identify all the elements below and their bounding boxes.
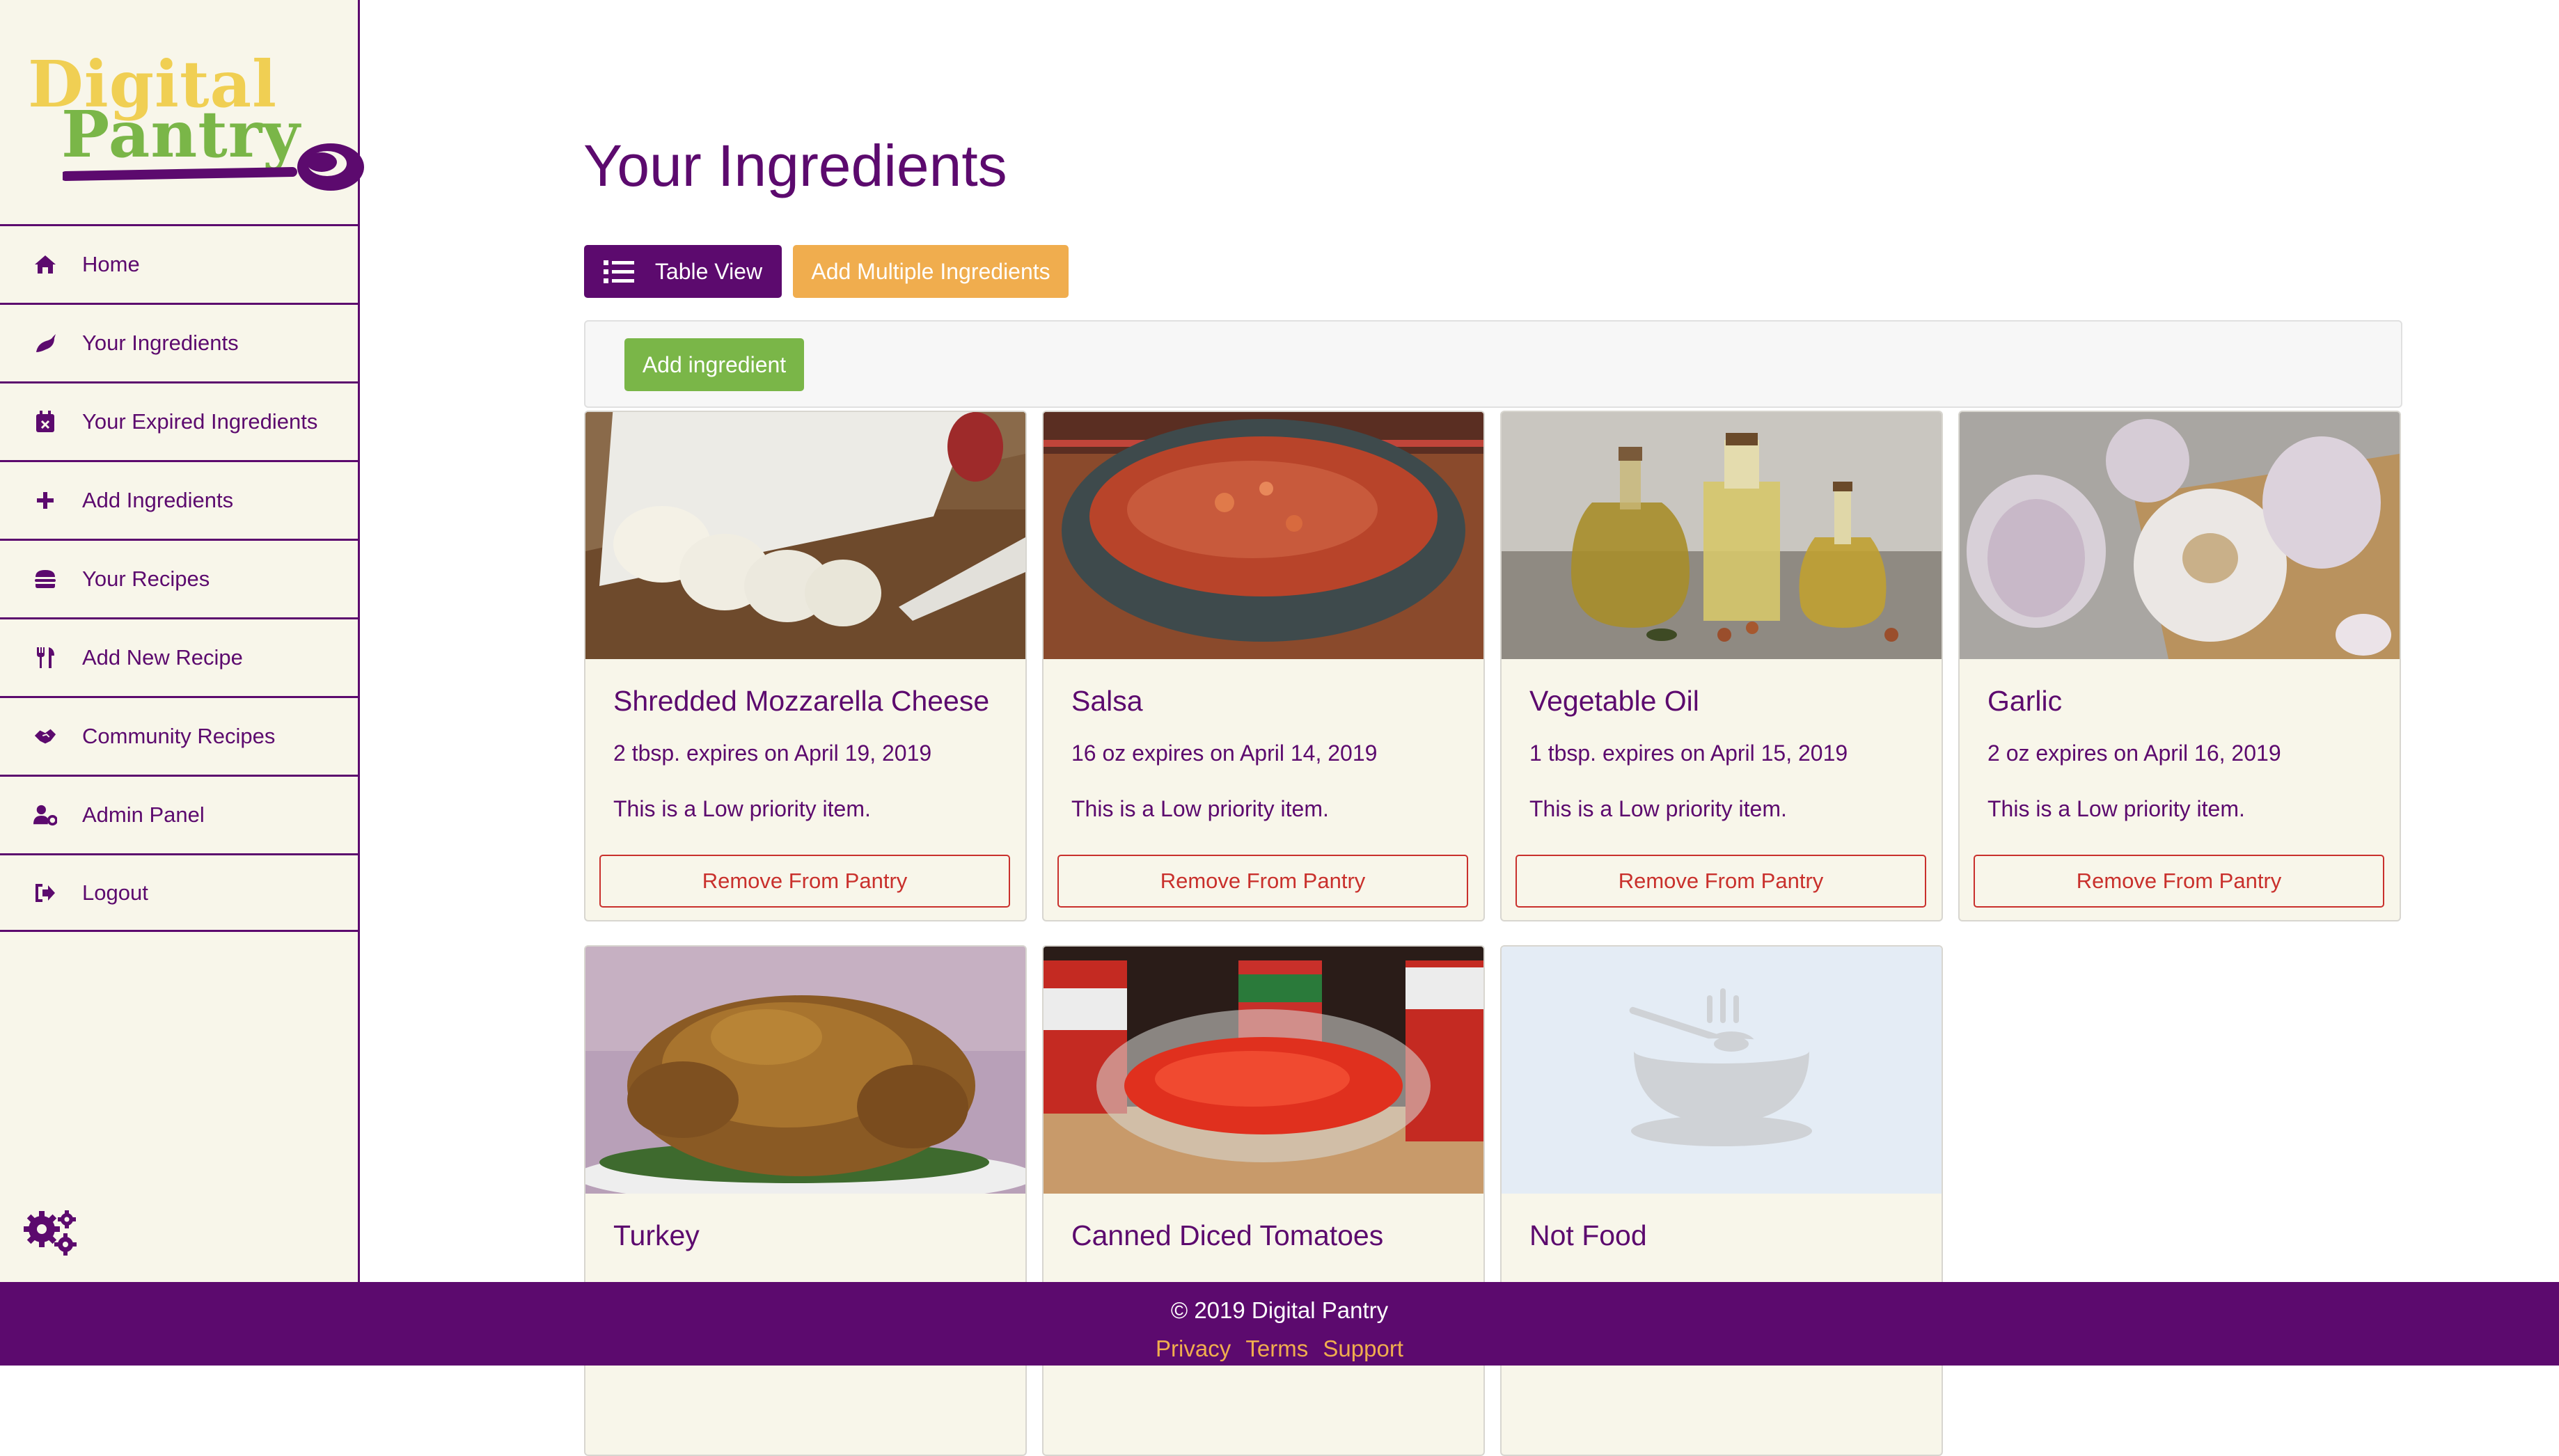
burger-icon (33, 567, 57, 591)
sidebar-item-label: Add New Recipe (82, 645, 243, 670)
sidebar-item-logout[interactable]: Logout (0, 853, 358, 932)
sidebar: Digital Pantry Home Your Ingredients You… (0, 0, 364, 1282)
table-view-label: Table View (654, 258, 763, 284)
calendar-x-icon (33, 410, 57, 434)
add-ingredient-panel: Add ingredient (584, 320, 2402, 408)
garlic-bulbs-photo (1960, 412, 2400, 659)
oil-bottles-photo (1502, 412, 1942, 659)
card-priority: This is a Low priority item. (1071, 796, 1329, 821)
add-ingredient-button[interactable]: Add ingredient (624, 338, 804, 391)
terms-link[interactable]: Terms (1245, 1336, 1308, 1361)
sidebar-item-label: Community Recipes (82, 724, 276, 748)
sidebar-item-your-ingredients[interactable]: Your Ingredients (0, 303, 358, 381)
diced-tomatoes-photo (1044, 947, 1483, 1194)
footer: © 2019 Digital Pantry Privacy Terms Supp… (0, 1282, 2559, 1366)
sidebar-item-expired-ingredients[interactable]: Your Expired Ingredients (0, 381, 358, 460)
pepper-icon (33, 331, 57, 355)
remove-from-pantry-button[interactable]: Remove From Pantry (599, 855, 1010, 908)
table-view-button[interactable]: Table View (584, 245, 782, 298)
sidebar-item-label: Your Ingredients (82, 331, 239, 355)
card-title: Canned Diced Tomatoes (1071, 1219, 1384, 1251)
ingredient-card: Not Food (1500, 945, 1943, 1456)
sidebar-nav: Home Your Ingredients Your Expired Ingre… (0, 224, 358, 932)
home-icon (33, 253, 57, 276)
card-quantity: 16 oz expires on April 14, 2019 (1071, 741, 1378, 766)
placeholder-bowl-icon (1502, 947, 1942, 1194)
card-quantity: 2 tbsp. expires on April 19, 2019 (613, 741, 932, 766)
ingredient-card: Vegetable Oil 1 tbsp. expires on April 1… (1500, 411, 1943, 921)
utensils-icon (33, 646, 57, 670)
footer-links: Privacy Terms Support (0, 1336, 2559, 1362)
sign-out-icon (33, 881, 57, 905)
card-title: Garlic (1987, 685, 2063, 717)
sidebar-item-label: Your Expired Ingredients (82, 409, 318, 434)
page-title: Your Ingredients (583, 133, 1007, 198)
remove-from-pantry-button[interactable]: Remove From Pantry (1974, 855, 2384, 908)
support-link[interactable]: Support (1323, 1336, 1403, 1361)
cogs-icon[interactable] (21, 1205, 81, 1257)
card-priority: This is a Low priority item. (613, 796, 871, 821)
sidebar-item-label: Admin Panel (82, 802, 205, 827)
ingredient-card: Shredded Mozzarella Cheese 2 tbsp. expir… (584, 411, 1027, 921)
ingredient-card: Garlic 2 oz expires on April 16, 2019 Th… (1958, 411, 2401, 921)
sidebar-item-your-recipes[interactable]: Your Recipes (0, 539, 358, 617)
card-title: Vegetable Oil (1529, 685, 1699, 717)
sidebar-item-label: Your Recipes (82, 567, 210, 591)
sidebar-item-community-recipes[interactable]: Community Recipes (0, 696, 358, 775)
privacy-link[interactable]: Privacy (1156, 1336, 1231, 1361)
card-quantity: 2 oz expires on April 16, 2019 (1987, 741, 2281, 766)
card-title: Turkey (613, 1219, 700, 1251)
ingredient-card: Salsa 16 oz expires on April 14, 2019 Th… (1042, 411, 1485, 921)
plus-icon (33, 489, 57, 512)
card-title: Salsa (1071, 685, 1143, 717)
card-priority: This is a Low priority item. (1987, 796, 2245, 821)
spoon-handle-icon (63, 143, 364, 191)
salsa-bowl-photo (1044, 412, 1483, 659)
add-multiple-ingredients-button[interactable]: Add Multiple Ingredients (793, 245, 1069, 298)
handshake-icon (33, 725, 57, 748)
ingredient-card: Turkey (584, 945, 1027, 1456)
remove-from-pantry-button[interactable]: Remove From Pantry (1057, 855, 1468, 908)
card-priority: This is a Low priority item. (1529, 796, 1787, 821)
copyright-text: © 2019 Digital Pantry (1170, 1297, 1389, 1323)
sliced-mozzarella-photo (585, 412, 1025, 659)
ingredient-card: Canned Diced Tomatoes (1042, 945, 1485, 1456)
card-quantity: 1 tbsp. expires on April 15, 2019 (1529, 741, 1848, 766)
list-icon (603, 260, 634, 283)
sidebar-item-add-new-recipe[interactable]: Add New Recipe (0, 617, 358, 696)
sidebar-item-admin-panel[interactable]: Admin Panel (0, 775, 358, 853)
roast-turkey-photo (585, 947, 1025, 1194)
logo[interactable]: Digital Pantry (28, 52, 364, 191)
card-title: Not Food (1529, 1219, 1647, 1251)
sidebar-item-label: Add Ingredients (82, 488, 234, 512)
sidebar-item-label: Logout (82, 880, 148, 905)
user-cog-icon (33, 803, 57, 827)
card-title: Shredded Mozzarella Cheese (613, 685, 990, 717)
sidebar-item-add-ingredients[interactable]: Add Ingredients (0, 460, 358, 539)
sidebar-item-label: Home (82, 252, 140, 276)
remove-from-pantry-button[interactable]: Remove From Pantry (1515, 855, 1926, 908)
sidebar-item-home[interactable]: Home (0, 224, 358, 303)
